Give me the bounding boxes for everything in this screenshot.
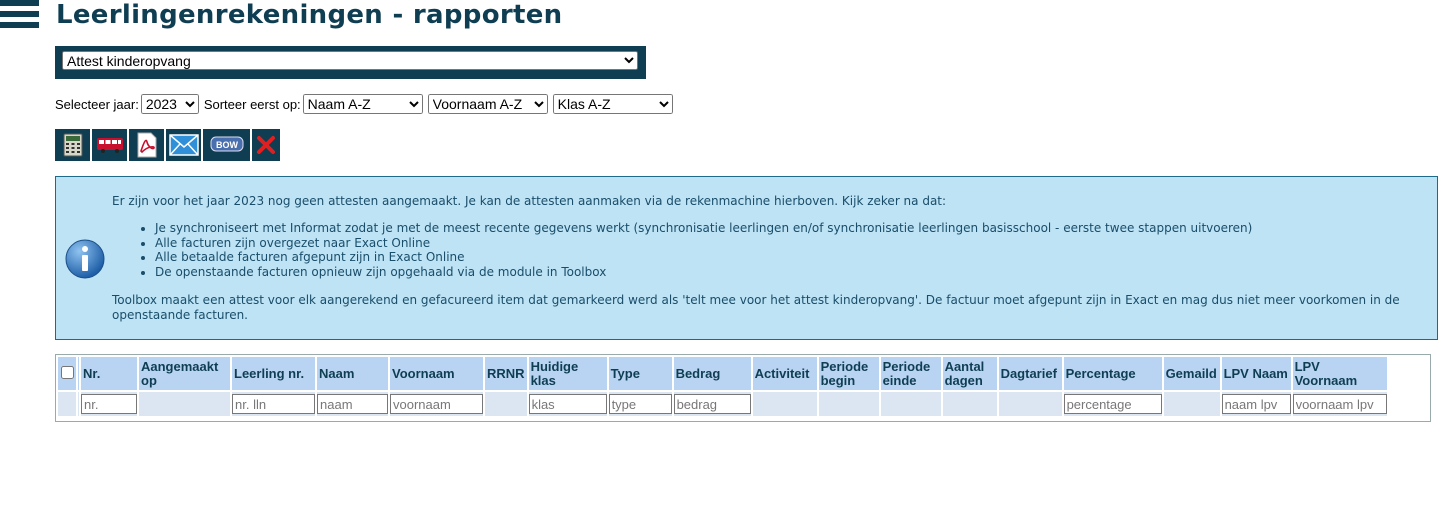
filter-lpv-naam-input[interactable] <box>1221 394 1291 414</box>
pdf-icon <box>137 132 156 158</box>
filter-cell <box>818 392 879 416</box>
bow-label: BOW <box>216 140 239 150</box>
calculator-icon <box>63 133 82 157</box>
filter-type-input[interactable] <box>608 394 672 414</box>
column-header-type[interactable]: Type <box>608 357 672 390</box>
filter-nr-input[interactable] <box>81 394 137 414</box>
info-list-item: Alle facturen zijn overgezet naar Exact … <box>155 236 1252 251</box>
calculator-button[interactable] <box>55 129 90 161</box>
delete-button[interactable] <box>252 129 280 161</box>
info-intro: Er zijn voor het jaar 2023 nog geen atte… <box>112 194 947 208</box>
certificates-table: Nr. Aangemaakt op Leerling nr. Naam Voor… <box>56 355 1389 418</box>
pdf-button[interactable] <box>129 129 164 161</box>
column-header-gemaild[interactable]: Gemaild <box>1163 357 1220 390</box>
column-header-bedrag[interactable]: Bedrag <box>673 357 751 390</box>
filter-cell <box>1292 392 1387 416</box>
column-header-lpv-naam[interactable]: LPV Naam <box>1221 357 1291 390</box>
filter-cell <box>528 392 607 416</box>
toolbar: BOW <box>55 129 282 161</box>
bow-icon: BOW <box>210 136 243 152</box>
info-list-item: Je synchroniseert met Informat zodat je … <box>155 221 1252 236</box>
column-header-leerling-nr[interactable]: Leerling nr. <box>232 357 315 390</box>
info-list: Je synchroniseert met Informat zodat je … <box>112 221 1252 279</box>
filter-klas-input[interactable] <box>528 394 607 414</box>
filter-leerling-nr-input[interactable] <box>232 394 315 414</box>
column-header-periode-begin[interactable]: Periode begin <box>818 357 879 390</box>
sort-label: Sorteer eerst op: <box>203 96 301 112</box>
sort-select-3[interactable]: Klas A-Z <box>552 94 673 114</box>
sort-select-2[interactable]: Voornaam A-Z <box>427 94 548 114</box>
mail-button[interactable] <box>166 129 201 161</box>
filter-cell <box>673 392 751 416</box>
menu-icon[interactable] <box>0 0 39 33</box>
column-header-activiteit[interactable]: Activiteit <box>752 357 817 390</box>
column-header-nr[interactable]: Nr. <box>81 357 137 390</box>
filter-cell <box>81 392 137 416</box>
filter-cell <box>608 392 672 416</box>
year-label: Selecteer jaar: <box>55 96 139 112</box>
mail-icon <box>168 134 199 156</box>
sort-select-1[interactable]: Naam A-Z <box>302 94 423 114</box>
column-header-aantal-dagen[interactable]: Aantal dagen <box>942 357 997 390</box>
report-select-container: Attest kinderopvang <box>55 46 646 79</box>
filter-percentage-input[interactable] <box>1063 394 1162 414</box>
certificates-table-container: Nr. Aangemaakt op Leerling nr. Naam Voor… <box>55 354 1431 422</box>
column-header-naam[interactable]: Naam <box>317 357 388 390</box>
year-select[interactable]: 2023 <box>140 94 199 114</box>
filter-bar: Selecteer jaar: 2023 Sorteer eerst op: N… <box>55 94 678 114</box>
filter-cell <box>1163 392 1220 416</box>
filter-naam-input[interactable] <box>317 394 388 414</box>
delete-icon <box>257 136 275 154</box>
filter-cell <box>880 392 941 416</box>
filter-cell <box>485 392 527 416</box>
filter-cell <box>139 392 230 416</box>
column-header-dagtarief[interactable]: Dagtarief <box>998 357 1062 390</box>
table-header-row: Nr. Aangemaakt op Leerling nr. Naam Voor… <box>58 357 1387 390</box>
filter-cell <box>390 392 483 416</box>
info-box: Er zijn voor het jaar 2023 nog geen atte… <box>55 176 1438 340</box>
filter-cell <box>998 392 1062 416</box>
filter-cell <box>1221 392 1291 416</box>
column-header-percentage[interactable]: Percentage <box>1063 357 1162 390</box>
filter-cell <box>752 392 817 416</box>
spacer-header <box>78 357 79 390</box>
info-icon <box>65 239 105 279</box>
select-all-cell <box>58 357 76 390</box>
select-all-checkbox[interactable] <box>60 365 74 379</box>
report-select[interactable]: Attest kinderopvang <box>62 51 638 70</box>
column-header-huidige-klas[interactable]: Huidige klas <box>528 357 607 390</box>
column-header-rrnr[interactable]: RRNR <box>485 357 527 390</box>
table-filter-row <box>58 392 1387 416</box>
filter-cell <box>58 392 76 416</box>
info-list-item: De openstaande facturen opnieuw zijn opg… <box>155 265 1252 280</box>
column-header-periode-einde[interactable]: Periode einde <box>880 357 941 390</box>
filter-cell <box>78 392 79 416</box>
column-header-aangemaakt-op[interactable]: Aangemaakt op <box>139 357 230 390</box>
bus-button[interactable] <box>92 129 127 161</box>
info-footer: Toolbox maakt een attest voor elk aanger… <box>112 293 1400 322</box>
bus-icon <box>96 138 123 153</box>
info-list-item: Alle betaalde facturen afgepunt zijn in … <box>155 250 1252 265</box>
bow-button[interactable]: BOW <box>203 129 250 161</box>
page-title: Leerlingenrekeningen - rapporten <box>56 0 563 30</box>
column-header-lpv-voornaam[interactable]: LPV Voornaam <box>1292 357 1387 390</box>
filter-cell <box>232 392 315 416</box>
column-header-voornaam[interactable]: Voornaam <box>390 357 483 390</box>
filter-lpv-voornaam-input[interactable] <box>1292 394 1387 414</box>
filter-cell <box>1063 392 1162 416</box>
filter-voornaam-input[interactable] <box>390 394 483 414</box>
filter-cell <box>317 392 388 416</box>
filter-bedrag-input[interactable] <box>673 394 751 414</box>
filter-cell <box>942 392 997 416</box>
